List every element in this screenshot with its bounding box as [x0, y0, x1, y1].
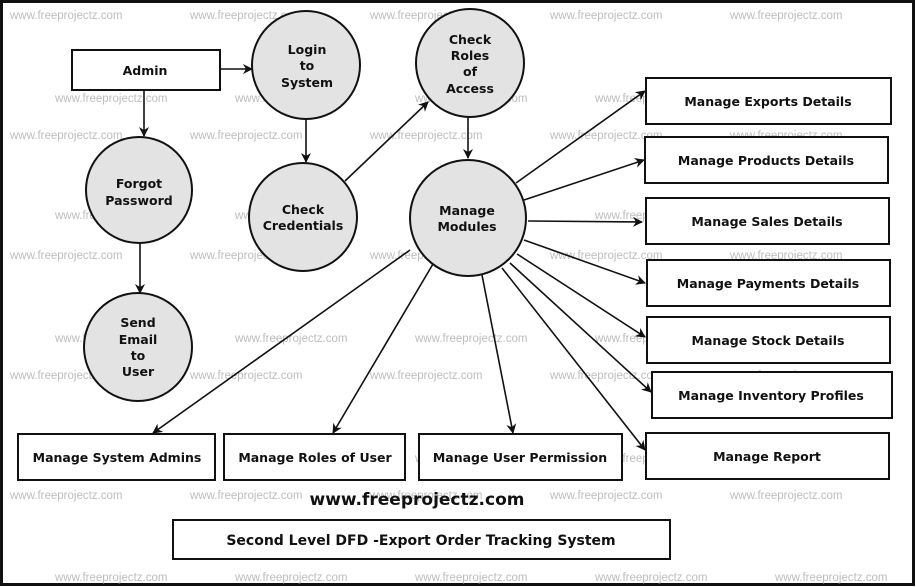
process-label: Roles: [451, 48, 489, 63]
process-label: Manage: [439, 203, 495, 218]
watermark-text: www.freeprojectz.com: [369, 370, 482, 382]
process-label: Modules: [437, 219, 496, 234]
site-label: www.freeprojectz.com: [310, 490, 525, 510]
watermark-text: www.freeprojectz.com: [9, 490, 122, 502]
watermark-text: www.freeprojectz.com: [594, 572, 707, 584]
entity-manage-exports[interactable]: Manage Exports Details: [645, 77, 892, 125]
watermark-text: www.freeprojectz.com: [54, 93, 167, 105]
process-label: Send: [120, 315, 155, 330]
entity-manage-report[interactable]: Manage Report: [645, 432, 890, 480]
dfd-diagram: www.freeprojectz.com www.freeprojectz.com…: [0, 0, 915, 586]
process-label: System: [281, 75, 333, 90]
watermark-text: www.freeprojectz.com: [549, 370, 662, 382]
watermark-text: www.freeprojectz.com: [234, 572, 347, 584]
process-login[interactable]: Login to System: [251, 10, 361, 120]
watermark-text: www.freeprojectz.com: [189, 130, 302, 142]
watermark-text: www.freeprojectz.com: [189, 370, 302, 382]
entity-label: Manage Report: [713, 449, 821, 464]
process-check-roles[interactable]: Check Roles of Access: [415, 8, 525, 118]
process-label: to: [131, 348, 146, 363]
watermark-text: www.freeprojectz.com: [729, 490, 842, 502]
watermark-text: www.freeprojectz.com: [549, 250, 662, 262]
entity-label: Manage Sales Details: [691, 214, 842, 229]
entity-label: Manage Products Details: [678, 153, 854, 168]
process-check-credentials[interactable]: Check Credentials: [248, 162, 358, 272]
process-label: Password: [105, 193, 172, 208]
watermark-text: www.freeprojectz.com: [549, 490, 662, 502]
process-label: Check: [449, 32, 492, 47]
watermark-text: www.freeprojectz.com: [369, 130, 482, 142]
entity-manage-system-admins[interactable]: Manage System Admins: [17, 433, 216, 481]
process-label: Login: [288, 42, 327, 57]
watermark-text: www.freeprojectz.com: [9, 250, 122, 262]
process-label: Credentials: [263, 218, 344, 233]
watermark-text: www.freeprojectz.com: [774, 572, 887, 584]
entity-manage-stock[interactable]: Manage Stock Details: [646, 316, 891, 364]
entity-manage-payments[interactable]: Manage Payments Details: [646, 259, 891, 307]
entity-label: Manage Roles of User: [238, 450, 392, 465]
entity-label: Manage System Admins: [33, 450, 202, 465]
entity-label: Manage Payments Details: [677, 276, 859, 291]
watermark-text: www.freeprojectz.com: [9, 130, 122, 142]
entity-admin[interactable]: Admin: [71, 49, 221, 91]
process-manage-modules[interactable]: Manage Modules: [409, 159, 527, 277]
diagram-title-box: Second Level DFD -Export Order Tracking …: [172, 519, 671, 560]
watermark-text: www.freeprojectz.com: [729, 10, 842, 22]
process-label: Check: [282, 202, 325, 217]
process-forgot-password[interactable]: Forgot Password: [85, 136, 193, 244]
diagram-title: Second Level DFD -Export Order Tracking …: [226, 533, 615, 549]
entity-label: Manage Stock Details: [692, 333, 845, 348]
process-send-email[interactable]: Send Email to User: [83, 292, 193, 402]
watermark-text: www.freeprojectz.com: [54, 572, 167, 584]
process-label: Forgot: [116, 176, 162, 191]
process-label: Access: [446, 81, 494, 96]
watermark-text: www.freeprojectz.com: [549, 10, 662, 22]
entity-manage-products[interactable]: Manage Products Details: [644, 136, 889, 184]
watermark-text: www.freeprojectz.com: [414, 333, 527, 345]
entity-manage-sales[interactable]: Manage Sales Details: [645, 197, 890, 245]
process-label: Email: [119, 332, 158, 347]
flow-to-sales: [527, 216, 643, 227]
watermark-text: www.freeprojectz.com: [414, 572, 527, 584]
process-label: to: [300, 58, 315, 73]
entity-label: Manage User Permission: [433, 450, 607, 465]
entity-label: Manage Inventory Profiles: [678, 388, 864, 403]
entity-manage-roles[interactable]: Manage Roles of User: [223, 433, 406, 481]
watermark-text: www.freeprojectz.com: [189, 490, 302, 502]
entity-manage-inventory[interactable]: Manage Inventory Profiles: [651, 371, 893, 419]
process-label: of: [463, 64, 478, 79]
process-label: User: [122, 364, 155, 379]
watermark-text: www.freeprojectz.com: [9, 10, 122, 22]
entity-label: Admin: [123, 63, 168, 78]
entity-manage-permission[interactable]: Manage User Permission: [418, 433, 623, 481]
entity-label: Manage Exports Details: [684, 94, 851, 109]
